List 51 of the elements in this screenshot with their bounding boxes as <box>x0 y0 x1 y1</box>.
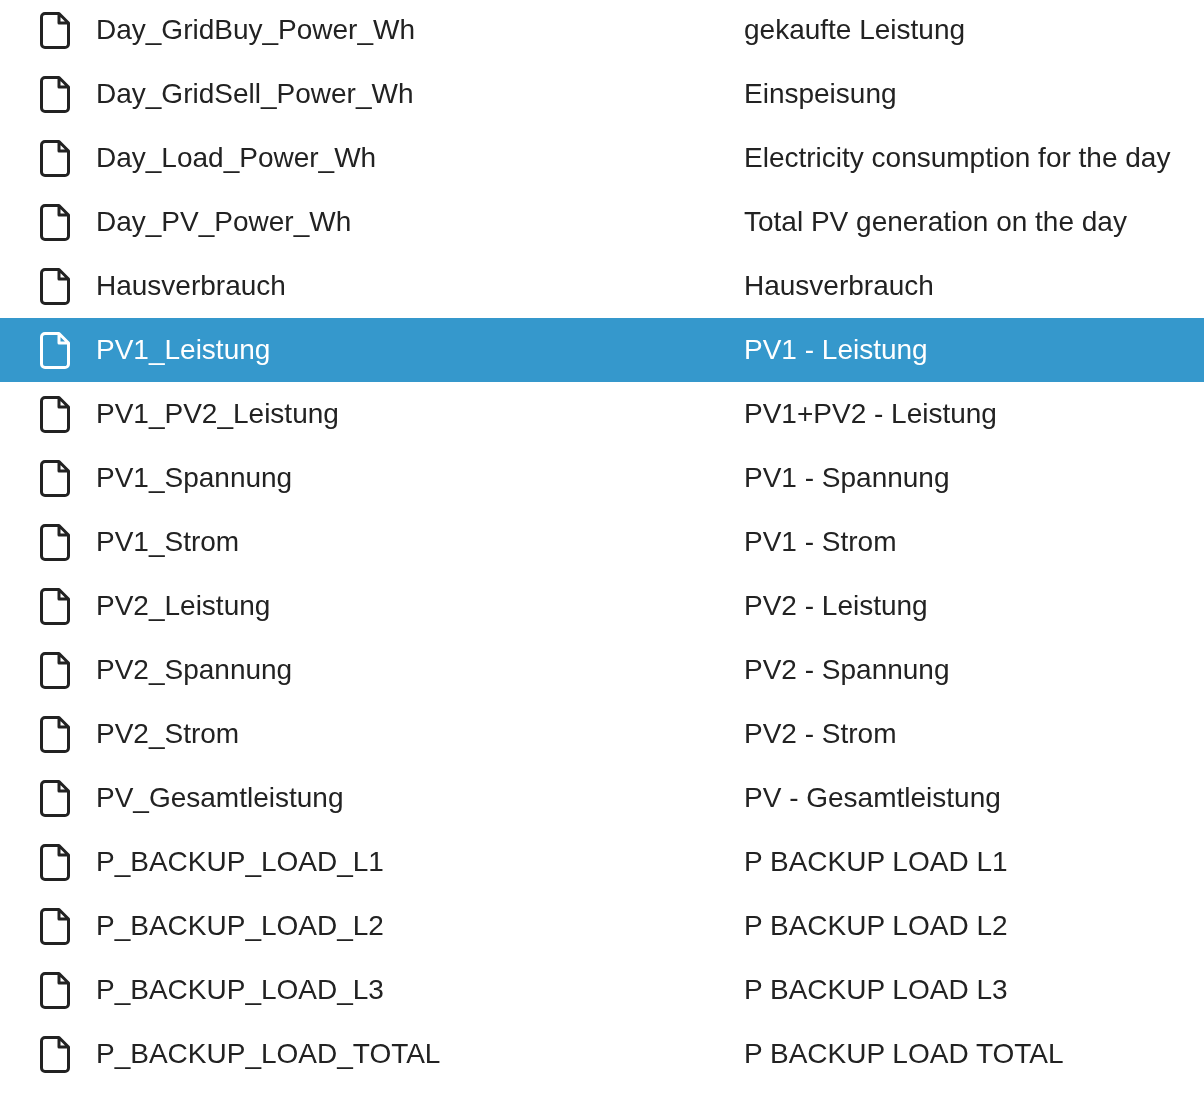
description: PV1+PV2 - Leistung <box>744 400 997 428</box>
description: PV - Gesamtleistung <box>744 784 1001 812</box>
file-icon <box>40 331 70 369</box>
description: Electricity consumption for the day <box>744 144 1171 172</box>
file-name: Day_PV_Power_Wh <box>96 208 353 236</box>
file-name: P_BACKUP_LOAD_L1 <box>96 848 385 876</box>
description: P BACKUP LOAD L3 <box>744 976 1008 1004</box>
description: Einspeisung <box>744 80 897 108</box>
description: P BACKUP LOAD L2 <box>744 912 1008 940</box>
file-name: PV1_PV2_Leistung <box>96 400 340 428</box>
file-name: Day_GridBuy_Power_Wh <box>96 16 417 44</box>
description: PV1 - Strom <box>744 528 897 556</box>
file-icon <box>40 139 70 177</box>
file-name: P_BACKUP_LOAD_L3 <box>96 976 385 1004</box>
file-icon <box>40 267 70 305</box>
file-name: PV1_Leistung <box>96 336 272 364</box>
file-icon <box>40 203 70 241</box>
file-name: PV2_Strom <box>96 720 241 748</box>
file-name: PV_Gesamtleistung <box>96 784 345 812</box>
description: gekaufte Leistung <box>744 16 966 44</box>
file-icon <box>40 907 70 945</box>
description: PV2 - Spannung <box>744 656 950 684</box>
file-icon <box>40 779 70 817</box>
file-icon <box>40 971 70 1009</box>
description: PV2 - Leistung <box>744 592 928 620</box>
file-icon <box>40 715 70 753</box>
file-name: Day_Load_Power_Wh <box>96 144 378 172</box>
file-name: Hausverbrauch <box>96 272 287 300</box>
file-icon <box>40 523 70 561</box>
file-icon <box>40 75 70 113</box>
file-icon <box>40 395 70 433</box>
file-icon <box>40 459 70 497</box>
description: Hausverbrauch <box>744 272 934 300</box>
file-name: PV1_Strom <box>96 528 241 556</box>
file-icon <box>40 651 70 689</box>
file-icon <box>40 11 70 49</box>
description: Total PV generation on the day <box>744 208 1127 236</box>
description: PV2 - Strom <box>744 720 897 748</box>
file-icon <box>40 1035 70 1073</box>
file-name: PV2_Leistung <box>96 592 272 620</box>
description: PV1 - Spannung <box>744 464 950 492</box>
file-name: PV1_Spannung <box>96 464 294 492</box>
file-name: PV2_Spannung <box>96 656 294 684</box>
file-name: P_BACKUP_LOAD_TOTAL <box>96 1040 442 1068</box>
file-icon <box>40 843 70 881</box>
description: P BACKUP LOAD TOTAL <box>744 1040 1064 1068</box>
description: PV1 - Leistung <box>744 336 928 364</box>
file-icon <box>40 587 70 625</box>
description: P BACKUP LOAD L1 <box>744 848 1008 876</box>
file-name: Day_GridSell_Power_Wh <box>96 80 415 108</box>
file-name: P_BACKUP_LOAD_L2 <box>96 912 385 940</box>
